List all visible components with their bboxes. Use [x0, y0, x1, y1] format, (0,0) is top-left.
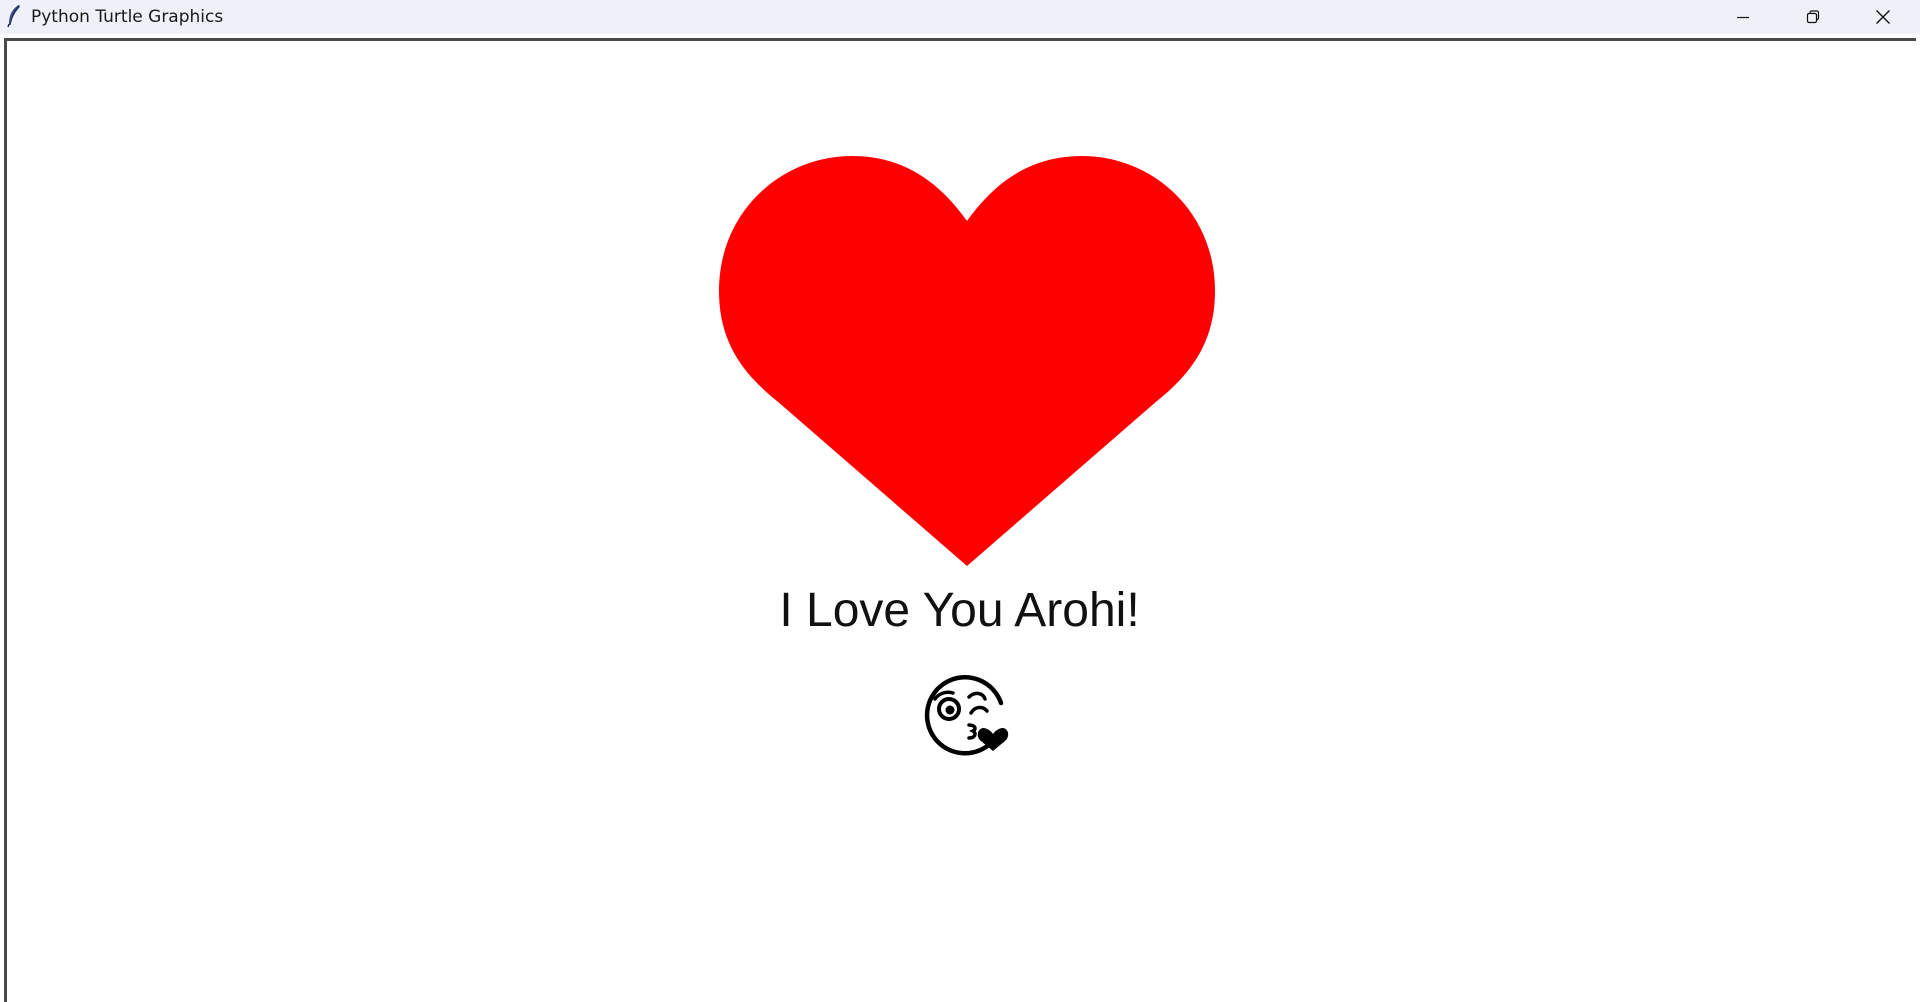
heart-fill	[719, 156, 1215, 566]
minimize-icon	[1737, 16, 1749, 19]
window-title: Python Turtle Graphics	[31, 7, 224, 27]
title-bar[interactable]: Python Turtle Graphics	[0, 0, 1920, 34]
tk-feather-icon	[7, 4, 20, 28]
maximize-button[interactable]	[1778, 0, 1848, 34]
love-message: I Love You Arohi!	[779, 584, 1140, 637]
minimize-button[interactable]	[1708, 0, 1778, 34]
heart-shape	[719, 156, 1215, 566]
turtle-window: Python Turtle Graphics I Love You Arohi!	[0, 0, 1920, 1002]
close-button[interactable]	[1848, 0, 1918, 34]
restore-icon	[1806, 10, 1820, 24]
turtle-canvas[interactable]: I Love You Arohi!	[7, 41, 1912, 1002]
close-icon	[1876, 10, 1890, 24]
face-blowing-kiss-emoji	[924, 675, 1009, 756]
